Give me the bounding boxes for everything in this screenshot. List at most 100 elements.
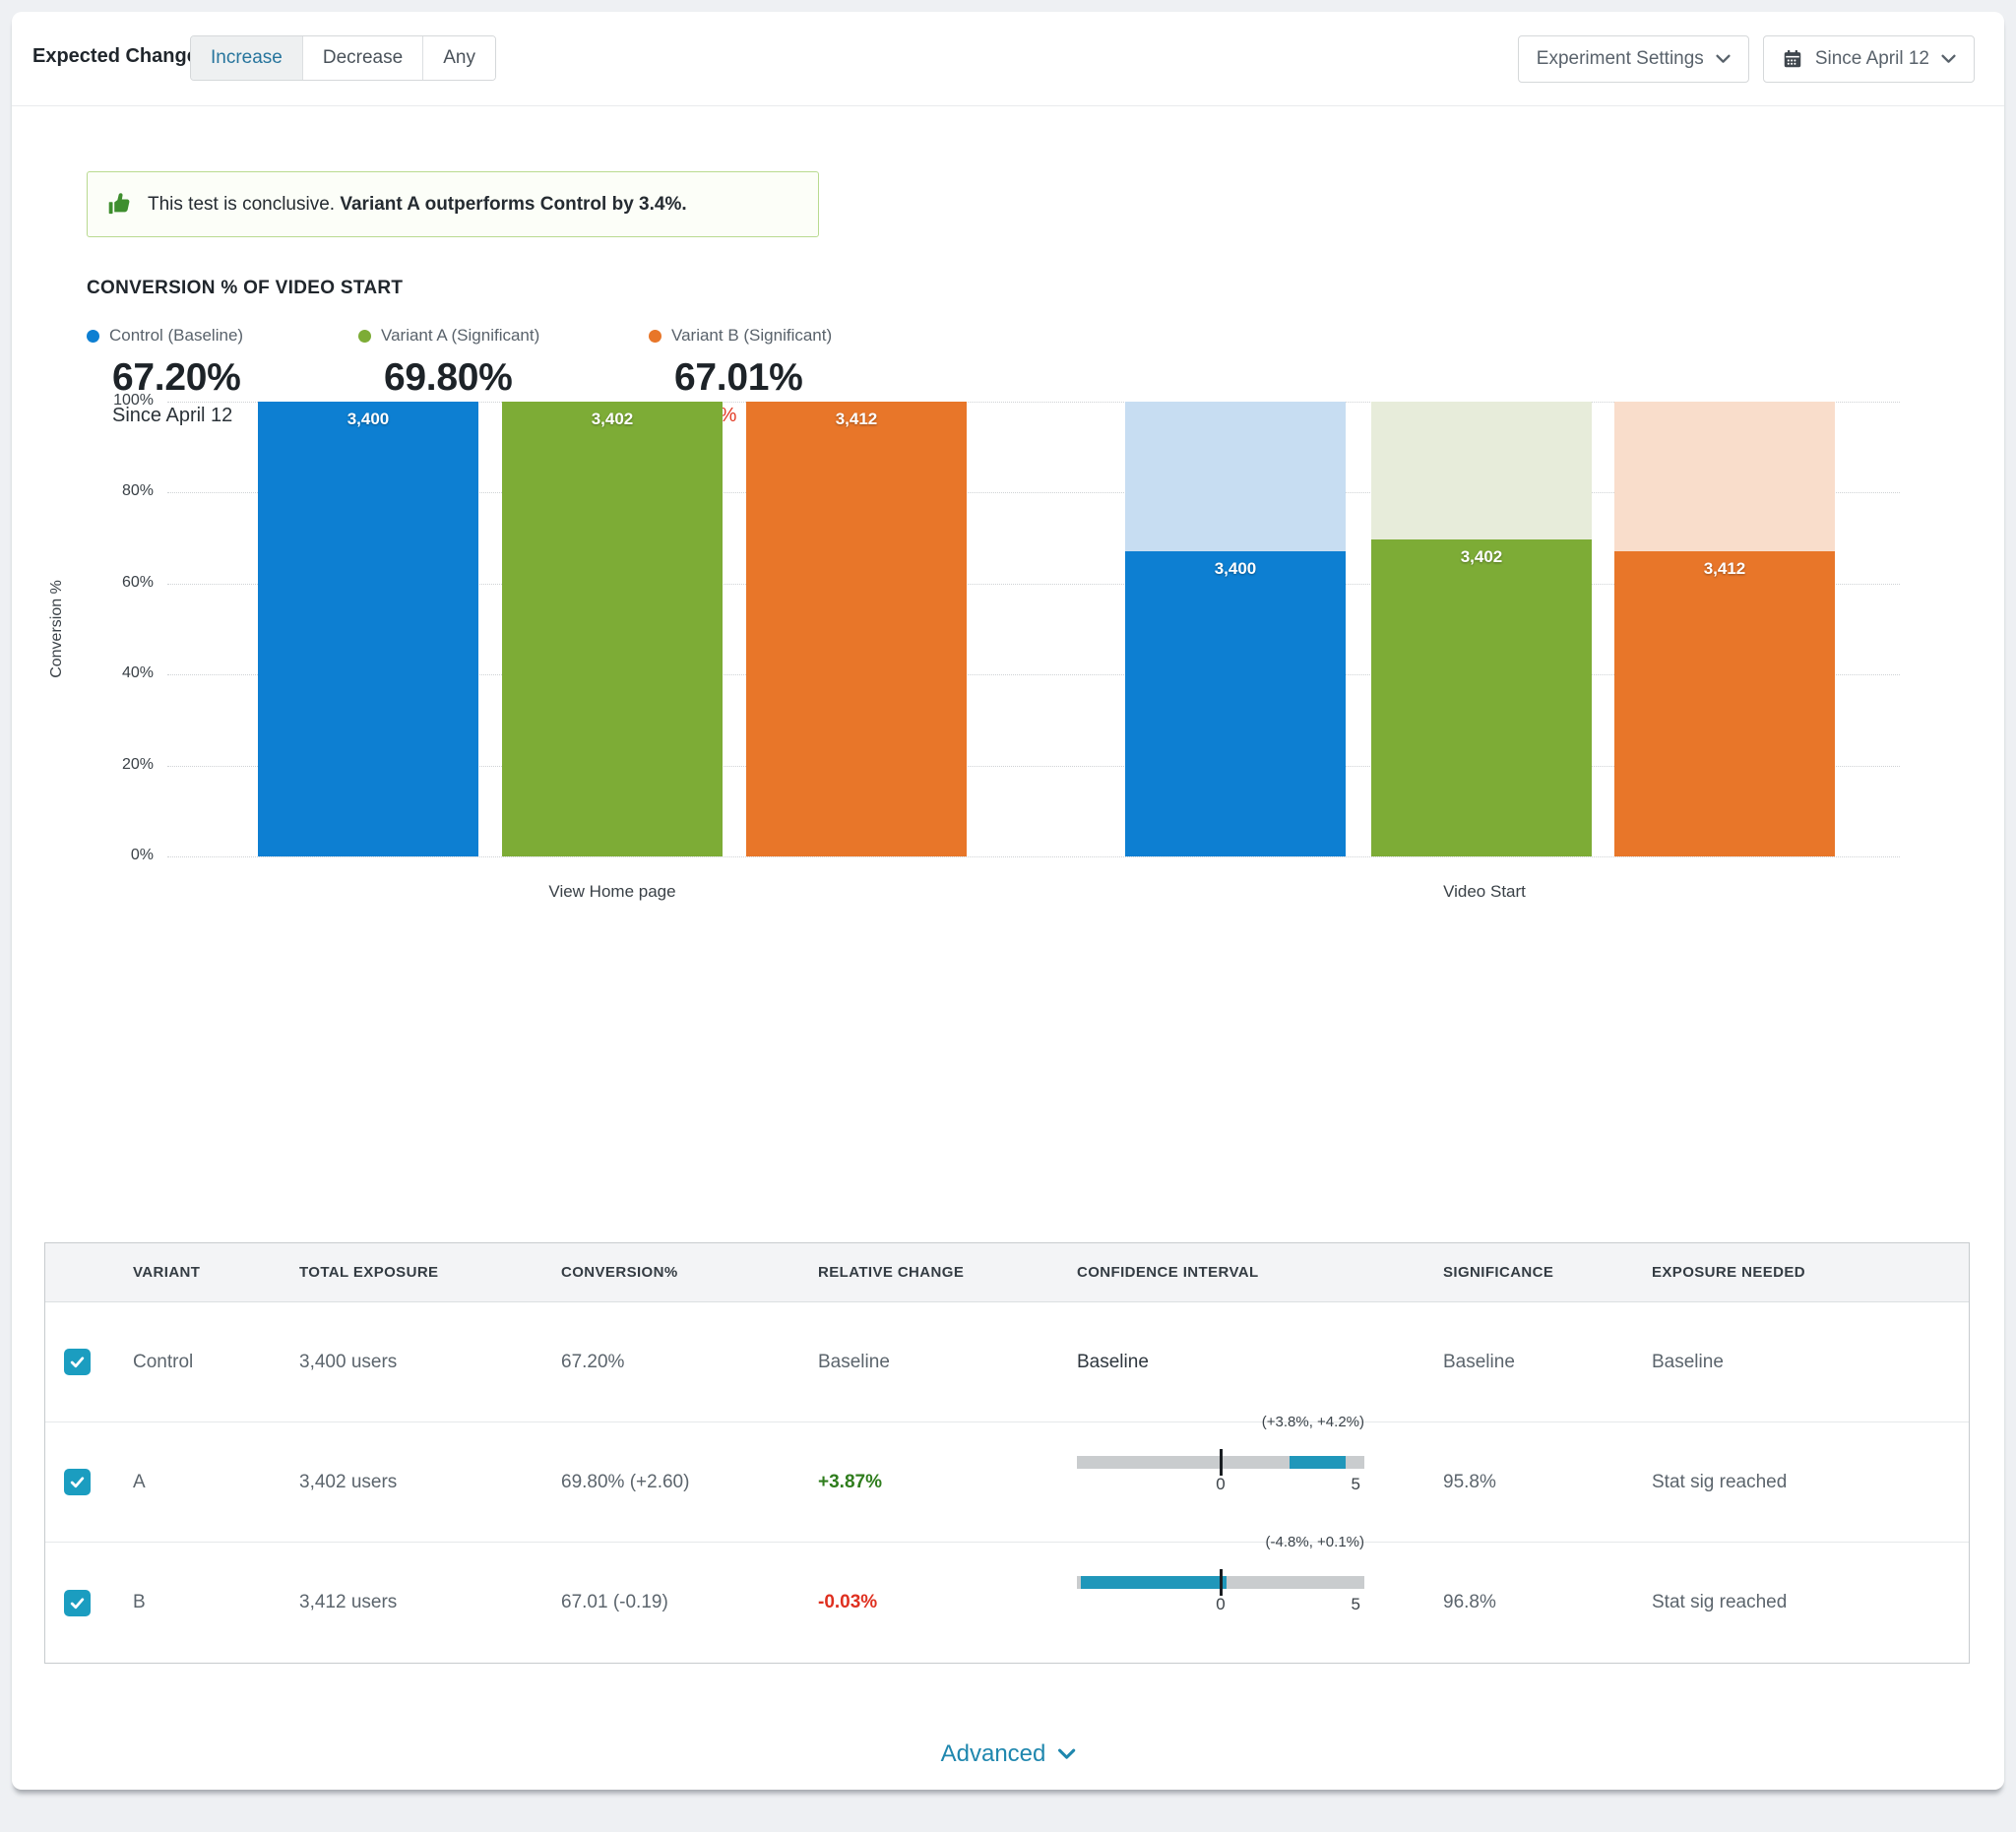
advanced-label: Advanced	[941, 1740, 1046, 1768]
legend-label: Control (Baseline)	[109, 326, 243, 346]
header-conversion: CONVERSION%	[561, 1264, 818, 1281]
ci-zero-label: 0	[1211, 1475, 1230, 1494]
relative-change-value: Baseline	[818, 1352, 1077, 1373]
conversion-value: 69.80% (+2.60)	[561, 1472, 818, 1493]
y-axis-tick-label: 0%	[93, 847, 154, 864]
total-exposure-value: 3,402 users	[299, 1472, 561, 1493]
header-relative-change: RELATIVE CHANGE	[818, 1264, 1077, 1281]
relative-change-value: +3.87%	[818, 1472, 1077, 1493]
ci-max-label: 5	[1346, 1595, 1365, 1614]
banner-text: This test is conclusive. Variant A outpe…	[148, 194, 687, 216]
bar-variant-b[interactable]: 3,412	[1614, 551, 1835, 856]
ci-zero-tick	[1220, 1449, 1223, 1476]
y-axis-tick-label: 60%	[93, 574, 154, 592]
confidence-interval-cell: (-4.8%, +0.1%) 0 5	[1077, 1543, 1443, 1663]
confidence-interval-widget: (+3.8%, +4.2%) 0 5	[1077, 1422, 1364, 1542]
bar-value-label: 3,412	[1614, 559, 1835, 579]
bar-control[interactable]: 3,400	[1125, 551, 1346, 856]
gridline	[167, 856, 1900, 857]
bar-value-label: 3,400	[258, 410, 478, 429]
chevron-down-icon	[1057, 1748, 1075, 1760]
exposure-needed-value: Baseline	[1652, 1352, 1969, 1373]
chevron-down-icon	[1941, 54, 1956, 64]
y-axis-title: Conversion %	[48, 580, 66, 678]
ci-range-label: (-4.8%, +0.1%)	[1266, 1534, 1364, 1550]
variant-name: A	[133, 1472, 299, 1493]
legend-label: Variant A (Significant)	[381, 326, 539, 346]
experiment-settings-label: Experiment Settings	[1537, 48, 1704, 70]
calendar-icon	[1782, 48, 1803, 70]
variant-b-dot-icon	[649, 330, 662, 343]
bar-variant-b[interactable]: 3,412	[746, 402, 967, 856]
ci-fill	[1290, 1456, 1346, 1469]
chart-plot: 0%20%40%60%80%100%3,4003,4023,4123,4003,…	[167, 402, 1900, 856]
topbar: Expected Change Increase Decrease Any Ex…	[12, 12, 2004, 106]
advanced-toggle[interactable]: Advanced	[941, 1740, 1076, 1768]
control-dot-icon	[87, 330, 99, 343]
variant-b-row-checkbox[interactable]	[64, 1590, 91, 1616]
significance-value: 96.8%	[1443, 1592, 1652, 1613]
variant-a-conversion-value: 69.80%	[384, 356, 649, 400]
ci-max-label: 5	[1346, 1475, 1365, 1494]
segment-increase[interactable]: Increase	[191, 36, 302, 80]
exposure-needed-value: Stat sig reached	[1652, 1472, 1969, 1493]
total-exposure-value: 3,400 users	[299, 1352, 561, 1373]
check-icon	[69, 1474, 86, 1490]
y-axis-tick-label: 40%	[93, 664, 154, 682]
chevron-down-icon	[1716, 54, 1731, 64]
header-exposure-needed: EXPOSURE NEEDED	[1652, 1264, 1969, 1281]
y-axis-tick-label: 20%	[93, 756, 154, 774]
check-icon	[69, 1595, 86, 1611]
expected-change-label: Expected Change	[32, 45, 198, 68]
x-axis-label-video-start: Video Start	[1337, 882, 1632, 902]
significance-value: Baseline	[1443, 1352, 1652, 1373]
ci-fill	[1081, 1576, 1226, 1589]
table-header-row: VARIANT TOTAL EXPOSURE CONVERSION% RELAT…	[45, 1243, 1969, 1302]
bar-value-label: 3,402	[502, 410, 723, 429]
control-row-checkbox[interactable]	[64, 1349, 91, 1375]
confidence-interval-cell: (+3.8%, +4.2%) 0 5	[1077, 1422, 1443, 1542]
results-table: VARIANT TOTAL EXPOSURE CONVERSION% RELAT…	[44, 1242, 1970, 1664]
conclusive-banner: This test is conclusive. Variant A outpe…	[87, 171, 819, 237]
variant-name: B	[133, 1592, 299, 1613]
topbar-actions: Experiment Settings Since April 12	[1518, 35, 1975, 83]
x-axis-label-view-home-page: View Home page	[465, 882, 760, 902]
header-confidence-interval: CONFIDENCE INTERVAL	[1077, 1264, 1443, 1281]
ci-zero-label: 0	[1211, 1595, 1230, 1614]
bar-control[interactable]: 3,400	[258, 402, 478, 856]
ci-zero-tick	[1220, 1569, 1223, 1596]
bar-variant-a[interactable]: 3,402	[1371, 539, 1592, 856]
expected-change-toggle: Increase Decrease Any	[190, 35, 496, 81]
confidence-interval-value: Baseline	[1077, 1352, 1443, 1373]
variant-b-conversion-value: 67.01%	[674, 356, 939, 400]
significance-value: 95.8%	[1443, 1472, 1652, 1493]
date-range-label: Since April 12	[1815, 48, 1929, 70]
thumbs-up-icon	[107, 191, 134, 218]
variant-a-dot-icon	[358, 330, 371, 343]
header-significance: SIGNIFICANCE	[1443, 1264, 1652, 1281]
confidence-interval-widget: (-4.8%, +0.1%) 0 5	[1077, 1543, 1364, 1663]
banner-text-normal: This test is conclusive.	[148, 194, 335, 215]
bar-value-label: 3,400	[1125, 559, 1346, 579]
ci-range-label: (+3.8%, +4.2%)	[1262, 1414, 1364, 1430]
experiment-settings-button[interactable]: Experiment Settings	[1518, 35, 1749, 83]
banner-text-bold: Variant A outperforms Control by 3.4%.	[340, 194, 686, 215]
table-row-control: Control 3,400 users 67.20% Baseline Base…	[45, 1302, 1969, 1422]
y-axis-tick-label: 80%	[93, 482, 154, 500]
variant-name: Control	[133, 1352, 299, 1373]
date-range-button[interactable]: Since April 12	[1763, 35, 1975, 83]
conversion-value: 67.20%	[561, 1352, 818, 1373]
metric-title: CONVERSION % OF VIDEO START	[87, 278, 403, 299]
y-axis-tick-label: 100%	[93, 392, 154, 410]
variant-a-row-checkbox[interactable]	[64, 1469, 91, 1495]
table-row-variant-b: B 3,412 users 67.01 (-0.19) -0.03% (-4.8…	[45, 1543, 1969, 1663]
bar-value-label: 3,402	[1371, 547, 1592, 567]
bar-variant-a[interactable]: 3,402	[502, 402, 723, 856]
segment-any[interactable]: Any	[422, 36, 495, 80]
exposure-needed-value: Stat sig reached	[1652, 1592, 1969, 1613]
segment-decrease[interactable]: Decrease	[302, 36, 422, 80]
legend-label: Variant B (Significant)	[671, 326, 832, 346]
relative-change-value: -0.03%	[818, 1592, 1077, 1613]
table-row-variant-a: A 3,402 users 69.80% (+2.60) +3.87% (+3.…	[45, 1422, 1969, 1543]
header-variant: VARIANT	[133, 1264, 299, 1281]
